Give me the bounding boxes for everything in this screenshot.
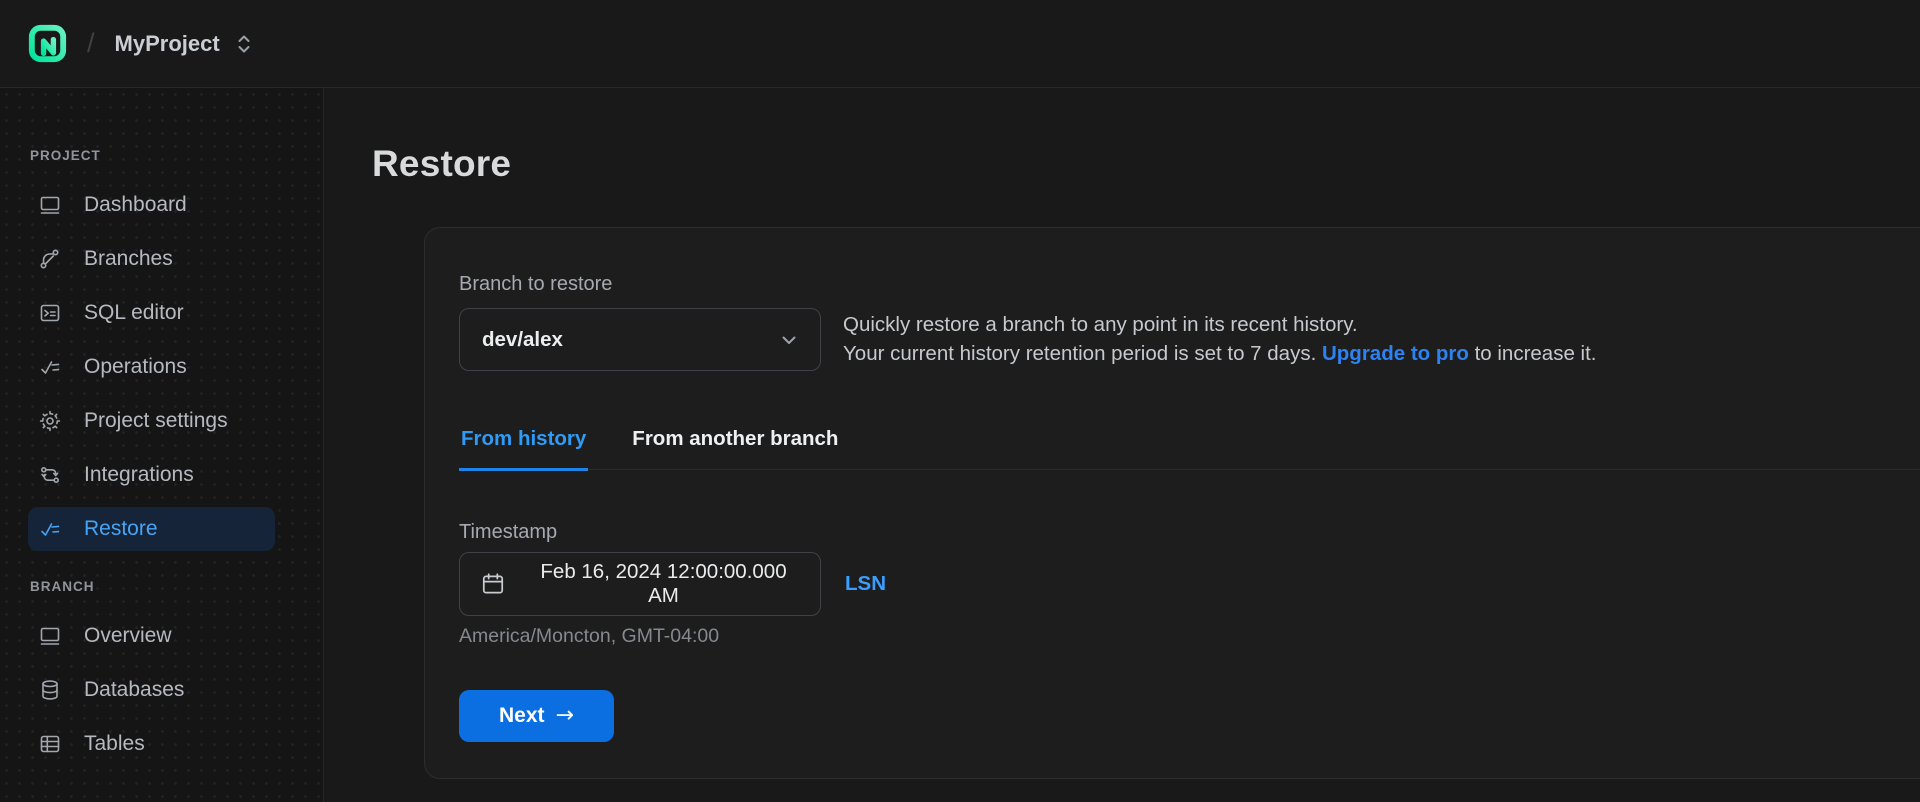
branch-select[interactable]: dev/alex [459,308,821,371]
chevrons-up-down-icon [236,33,252,55]
tab-from-another-branch[interactable]: From another branch [630,411,840,471]
neon-logo[interactable] [24,20,71,67]
sidebar-item-sql-editor[interactable]: SQL editor [28,291,275,335]
timestamp-value: Feb 16, 2024 12:00:00.000 AM [540,560,787,607]
description-line2: Your current history retention period is… [843,341,1597,365]
overview-icon [38,624,62,648]
breadcrumb-separator: / [87,28,95,58]
sidebar-item-integrations[interactable]: Integrations [28,453,275,497]
next-button-label: Next [499,704,545,727]
upgrade-to-pro-link[interactable]: Upgrade to pro [1322,342,1469,365]
timestamp-label: Timestamp [459,521,558,543]
timezone-note: America/Moncton, GMT-04:00 [459,625,720,647]
sidebar-section-project: PROJECT Dashboard Branches SQL editor Op… [28,148,275,551]
dashboard-icon [38,193,62,217]
branch-select-label: Branch to restore [459,273,613,295]
integrations-icon [38,463,62,487]
section-label-branch: BRANCH [30,579,95,594]
tabs: From history From another branch [459,411,1920,471]
timestamp-input[interactable]: Feb 16, 2024 12:00:00.000 AM [459,552,821,616]
calendar-icon [480,571,506,597]
sql-editor-icon [38,301,62,325]
topbar: / MyProject [0,0,1920,88]
tables-icon [38,732,62,756]
restore-card: Branch to restore dev/alex Quickly resto… [424,227,1920,779]
description-line1: Quickly restore a branch to any point in… [843,313,1358,336]
chevron-down-icon [778,329,800,351]
restore-description: Quickly restore a branch to any point in… [843,311,1597,368]
sidebar-item-tables[interactable]: Tables [28,722,275,766]
restore-icon [38,517,62,541]
project-name: MyProject [114,30,220,56]
main-content: Restore Branch to restore dev/alex Quick… [324,88,1920,802]
tab-from-history[interactable]: From history [459,411,589,471]
sidebar-item-branches[interactable]: Branches [28,237,275,281]
sidebar-item-dashboard[interactable]: Dashboard [28,183,275,227]
arrow-right-icon: → [555,703,574,728]
sidebar-item-project-settings[interactable]: Project settings [28,399,275,443]
branch-select-value: dev/alex [482,327,563,351]
sidebar-item-overview[interactable]: Overview [28,614,275,658]
sidebar-item-operations[interactable]: Operations [28,345,275,389]
lsn-link[interactable]: LSN [845,572,886,596]
sidebar-item-databases[interactable]: Databases [28,668,275,712]
page-title: Restore [372,143,512,184]
settings-icon [38,409,62,433]
project-switcher[interactable]: MyProject [113,27,254,61]
sidebar: PROJECT Dashboard Branches SQL editor Op… [0,88,324,802]
section-label-project: PROJECT [30,148,101,163]
databases-icon [38,678,62,702]
sidebar-section-branch: BRANCH Overview Databases Tables [28,579,275,766]
next-button[interactable]: Next → [459,690,614,742]
operations-icon [38,355,62,379]
sidebar-item-restore[interactable]: Restore [28,507,275,551]
branches-icon [38,247,62,271]
